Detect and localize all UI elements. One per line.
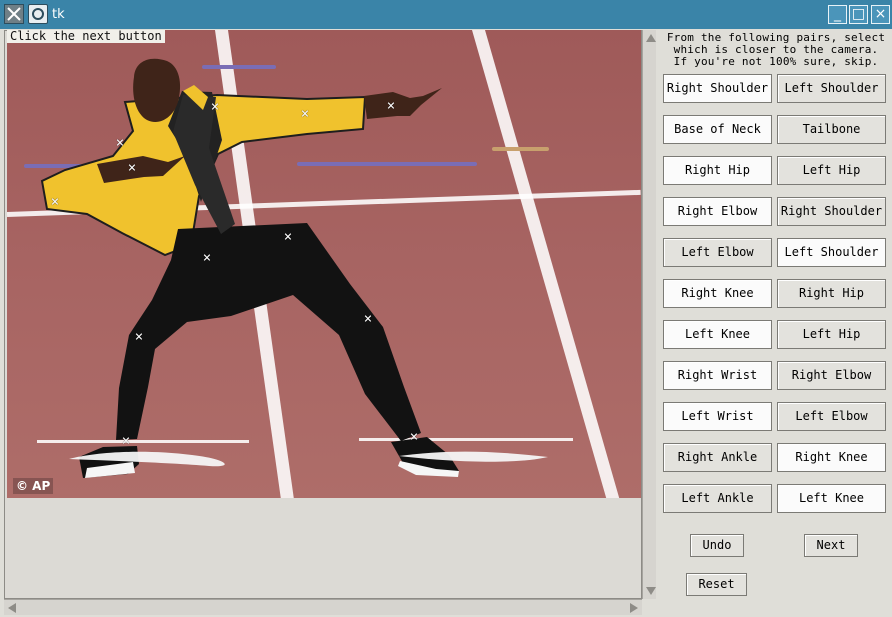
next-button[interactable]: Next bbox=[804, 534, 858, 557]
pair-9-left-button[interactable]: Left Wrist bbox=[663, 402, 772, 431]
app-logo-icon bbox=[4, 4, 24, 24]
marker-2[interactable]: × bbox=[299, 107, 311, 121]
pose-image-canvas[interactable]: Click the next button © AP × × × × × × ×… bbox=[7, 30, 641, 498]
pair-2-right-button[interactable]: Tailbone bbox=[777, 115, 886, 144]
pair-11-left-button[interactable]: Left Ankle bbox=[663, 484, 772, 513]
marker-3[interactable]: × bbox=[385, 99, 397, 113]
scroll-left-icon[interactable] bbox=[8, 603, 16, 613]
marker-10[interactable]: × bbox=[133, 330, 145, 344]
pair-4-right-button[interactable]: Right Shoulder bbox=[777, 197, 886, 226]
pair-7-right-button[interactable]: Left Hip bbox=[777, 320, 886, 349]
marker-12[interactable]: × bbox=[408, 430, 420, 444]
window-menu-icon[interactable] bbox=[28, 4, 48, 24]
pair-2-left-button[interactable]: Base of Neck bbox=[663, 115, 772, 144]
instructions-text: From the following pairs, select which i… bbox=[666, 31, 886, 68]
pair-3-right-button[interactable]: Left Hip bbox=[777, 156, 886, 185]
pair-9-right-button[interactable]: Left Elbow bbox=[777, 402, 886, 431]
scroll-down-icon[interactable] bbox=[646, 587, 656, 595]
scroll-right-icon[interactable] bbox=[630, 603, 638, 613]
marker-11[interactable]: × bbox=[120, 434, 132, 448]
marker-6[interactable]: × bbox=[49, 195, 61, 209]
marker-4[interactable]: × bbox=[114, 136, 126, 150]
pair-5-left-button[interactable]: Left Elbow bbox=[663, 238, 772, 267]
title-bar[interactable]: tk _ □ × bbox=[0, 0, 892, 30]
horizontal-scrollbar[interactable] bbox=[4, 599, 642, 615]
pair-6-left-button[interactable]: Right Knee bbox=[663, 279, 772, 308]
marker-5[interactable]: × bbox=[126, 161, 138, 175]
ap-watermark: © AP bbox=[13, 478, 54, 494]
status-label: Click the next button bbox=[7, 30, 165, 43]
minimize-button[interactable]: _ bbox=[828, 5, 847, 24]
pair-10-right-button[interactable]: Right Knee bbox=[777, 443, 886, 472]
pair-5-right-button[interactable]: Left Shoulder bbox=[777, 238, 886, 267]
pair-3-left-button[interactable]: Right Hip bbox=[663, 156, 772, 185]
pair-1-left-button[interactable]: Right Shoulder bbox=[663, 74, 772, 103]
pair-8-left-button[interactable]: Right Wrist bbox=[663, 361, 772, 390]
scroll-up-icon[interactable] bbox=[646, 34, 656, 42]
pair-1-right-button[interactable]: Left Shoulder bbox=[777, 74, 886, 103]
pair-4-left-button[interactable]: Right Elbow bbox=[663, 197, 772, 226]
pair-8-right-button[interactable]: Right Elbow bbox=[777, 361, 886, 390]
pair-7-left-button[interactable]: Left Knee bbox=[663, 320, 772, 349]
close-button[interactable]: × bbox=[871, 5, 890, 24]
marker-8[interactable]: × bbox=[201, 251, 213, 265]
pair-6-right-button[interactable]: Right Hip bbox=[777, 279, 886, 308]
reset-button[interactable]: Reset bbox=[686, 573, 747, 596]
maximize-button[interactable]: □ bbox=[849, 5, 868, 24]
marker-9[interactable]: × bbox=[362, 312, 374, 326]
marker-1[interactable]: × bbox=[209, 100, 221, 114]
undo-button[interactable]: Undo bbox=[690, 534, 744, 557]
marker-7[interactable]: × bbox=[282, 230, 294, 244]
pair-10-left-button[interactable]: Right Ankle bbox=[663, 443, 772, 472]
pair-11-right-button[interactable]: Left Knee bbox=[777, 484, 886, 513]
athlete-figure bbox=[40, 58, 548, 478]
window-title: tk bbox=[52, 7, 65, 22]
